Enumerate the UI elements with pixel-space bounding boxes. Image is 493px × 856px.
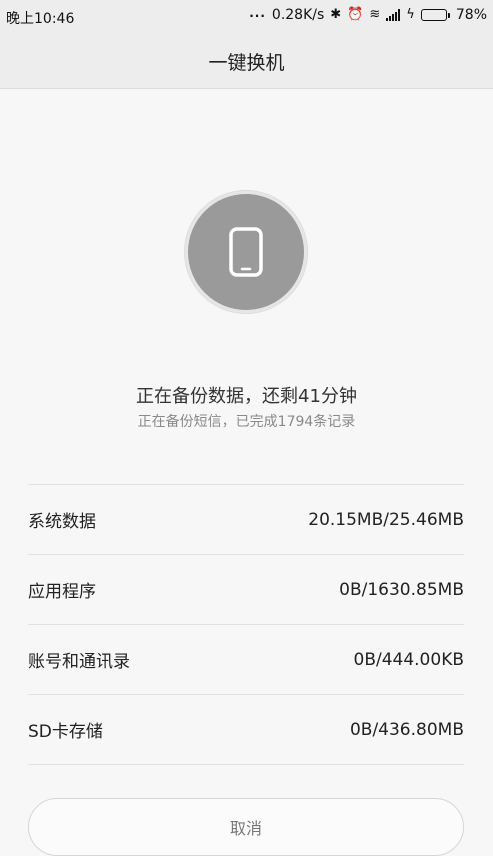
list-item-sd-storage: SD卡存储 0B/436.80MB — [28, 695, 464, 765]
item-label: 应用程序 — [28, 582, 96, 602]
item-value: 20.15MB/25.46MB — [308, 509, 464, 530]
alarm-icon: ⏰ — [347, 7, 364, 22]
screen: 晚上10:46 ... 0.28K/s ✱ ⏰ ≋ ϟ 78% 一键换机 正在备… — [0, 0, 493, 856]
item-label: SD卡存储 — [28, 722, 103, 742]
item-label: 系统数据 — [28, 512, 96, 532]
item-value: 0B/1630.85MB — [339, 579, 464, 600]
item-label: 账号和通讯录 — [28, 652, 130, 672]
cancel-button[interactable]: 取消 — [28, 798, 464, 856]
item-value: 0B/444.00KB — [353, 649, 465, 670]
status-time: 晚上10:46 — [6, 11, 75, 27]
data-list: 系统数据 20.15MB/25.46MB 应用程序 0B/1630.85MB 账… — [28, 484, 464, 765]
list-item-accounts-contacts: 账号和通讯录 0B/444.00KB — [28, 625, 464, 695]
battery-percent: 78% — [455, 7, 487, 23]
charging-icon: ϟ — [406, 7, 415, 22]
title-bar: 一键换机 — [0, 34, 493, 89]
signal-icon — [386, 9, 401, 21]
sub-status-text: 正在备份短信，已完成1794条记录 — [137, 414, 356, 430]
notification-dots-icon: ... — [249, 6, 266, 20]
list-item-apps: 应用程序 0B/1630.85MB — [28, 555, 464, 625]
battery-icon — [420, 9, 450, 21]
phone-icon — [229, 227, 263, 277]
item-value: 0B/436.80MB — [349, 719, 464, 740]
status-bar: 晚上10:46 ... 0.28K/s ✱ ⏰ ≋ ϟ 78% — [0, 0, 493, 34]
page-title: 一键换机 — [208, 51, 285, 74]
status-icons: ... 0.28K/s ✱ ⏰ ≋ ϟ 78% — [249, 6, 487, 23]
list-item-system-data: 系统数据 20.15MB/25.46MB — [28, 485, 464, 555]
bluetooth-icon: ✱ — [330, 7, 342, 22]
network-speed: 0.28K/s — [271, 7, 325, 23]
main-status-text: 正在备份数据，还剩41分钟 — [136, 386, 357, 407]
wifi-icon: ≋ — [369, 7, 381, 22]
progress-circle — [184, 190, 308, 314]
progress-circle-inner — [188, 194, 304, 310]
